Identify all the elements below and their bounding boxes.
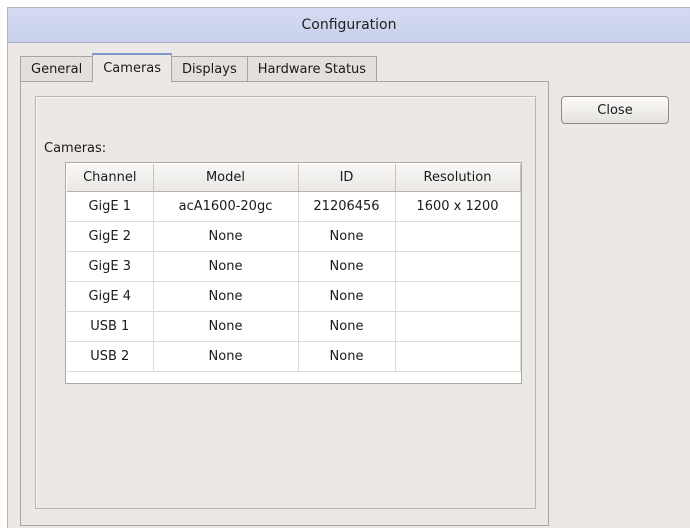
table-row[interactable]: USB 1 None None — [67, 311, 521, 342]
cameras-group-label: Cameras: — [44, 141, 107, 156]
table-row[interactable]: GigE 2 None None — [67, 221, 521, 252]
window-title: Configuration — [301, 17, 397, 33]
cell-id: None — [298, 221, 396, 252]
cell-resolution — [395, 251, 521, 282]
cell-channel: GigE 3 — [67, 251, 154, 282]
column-header-model[interactable]: Model — [153, 164, 299, 192]
cell-model: None — [153, 281, 299, 312]
cell-model: None — [153, 251, 299, 282]
table-row[interactable]: GigE 3 None None — [67, 251, 521, 282]
table-row[interactable]: GigE 1 acA1600-20gc 21206456 1600 x 1200 — [67, 191, 521, 222]
configuration-dialog: Configuration General Cameras Displays H… — [7, 7, 690, 528]
cell-channel: GigE 1 — [67, 191, 154, 222]
column-header-id[interactable]: ID — [298, 164, 396, 192]
title-bar[interactable]: Configuration — [8, 8, 690, 43]
cell-resolution — [395, 341, 521, 372]
cell-id: None — [298, 311, 396, 342]
column-header-resolution[interactable]: Resolution — [395, 164, 521, 192]
cell-channel: USB 1 — [67, 311, 154, 342]
table-header-row: Channel Model ID Resolution — [67, 164, 521, 192]
cameras-table[interactable]: Channel Model ID Resolution GigE 1 acA16… — [65, 162, 522, 384]
cell-resolution — [395, 281, 521, 312]
tab-displays[interactable]: Displays — [171, 56, 248, 82]
cell-id: None — [298, 251, 396, 282]
table-row[interactable]: USB 2 None None — [67, 341, 521, 372]
cell-model: acA1600-20gc — [153, 191, 299, 222]
cell-resolution — [395, 221, 521, 252]
tab-hardware-status[interactable]: Hardware Status — [246, 56, 378, 82]
cell-id: 21206456 — [298, 191, 396, 222]
cell-resolution: 1600 x 1200 — [395, 191, 521, 222]
tab-general[interactable]: General — [20, 56, 94, 82]
cell-channel: GigE 4 — [67, 281, 154, 312]
cell-id: None — [298, 341, 396, 372]
table-row[interactable]: GigE 4 None None — [67, 281, 521, 312]
close-button[interactable]: Close — [561, 96, 669, 124]
cell-channel: USB 2 — [67, 341, 154, 372]
column-header-channel[interactable]: Channel — [67, 164, 154, 192]
cell-model: None — [153, 311, 299, 342]
tab-bar: General Cameras Displays Hardware Status — [20, 53, 378, 82]
cell-id: None — [298, 281, 396, 312]
cell-channel: GigE 2 — [67, 221, 154, 252]
cell-model: None — [153, 221, 299, 252]
tab-cameras[interactable]: Cameras — [92, 53, 173, 82]
cell-model: None — [153, 341, 299, 372]
cell-resolution — [395, 311, 521, 342]
